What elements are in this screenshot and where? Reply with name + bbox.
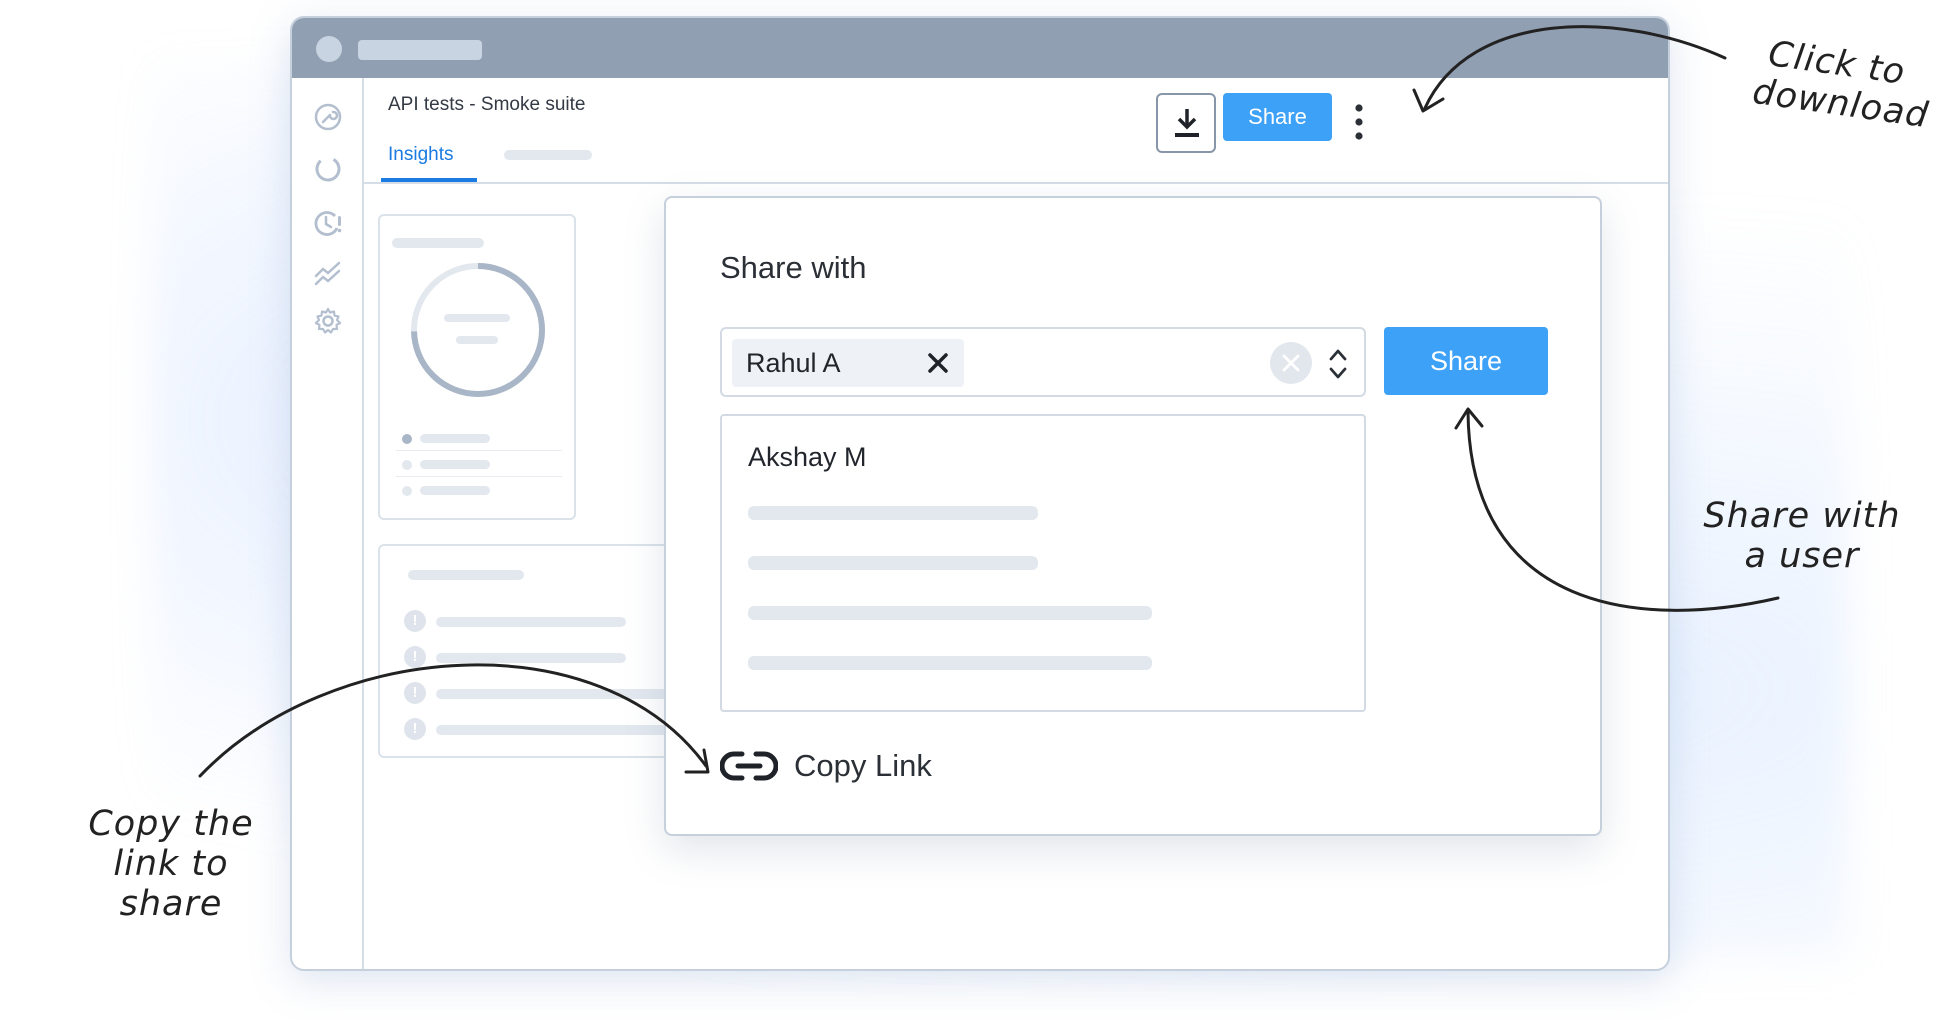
chevron-updown-icon[interactable] <box>1328 347 1348 381</box>
annotation-download: Click to download <box>1750 34 1931 136</box>
tools-icon[interactable] <box>313 102 343 132</box>
placeholder-option[interactable] <box>748 606 1152 620</box>
share-dialog: Share with Rahul A Share Akshay M Copy L… <box>664 196 1602 836</box>
progress-ring-icon[interactable] <box>313 154 343 184</box>
summary-card <box>378 214 576 520</box>
tab-placeholder[interactable] <box>504 150 592 160</box>
placeholder-line <box>420 486 490 495</box>
selected-user-label: Rahul A <box>746 348 841 378</box>
user-select[interactable]: Rahul A <box>720 327 1366 397</box>
window-control[interactable] <box>316 36 342 62</box>
copy-link-button[interactable]: Copy Link <box>720 746 980 786</box>
annotation-copy-line2: link to share <box>113 844 229 924</box>
annotation-share-line1: Share with <box>1703 496 1901 536</box>
annotation-share-line2: a user <box>1744 536 1860 576</box>
legend-dot <box>402 434 412 444</box>
placeholder-line <box>392 238 484 248</box>
placeholder-line <box>408 570 524 580</box>
trend-lines-icon[interactable] <box>313 258 343 288</box>
placeholder-line <box>436 617 626 627</box>
placeholder-option[interactable] <box>748 506 1038 520</box>
window-title-placeholder <box>358 40 482 60</box>
page-title: API tests - Smoke suite <box>388 94 586 115</box>
sidebar <box>292 78 364 969</box>
clear-selection-button[interactable] <box>1270 342 1312 384</box>
legend-dot <box>402 486 412 496</box>
alert-icon: ! <box>404 610 426 632</box>
placeholder-option[interactable] <box>748 656 1152 670</box>
header-divider <box>364 182 1668 184</box>
alert-icon: ! <box>404 718 426 740</box>
annotation-copy-link: Copy the link to share <box>56 804 286 924</box>
placeholder-line <box>420 434 490 443</box>
gear-icon[interactable] <box>313 306 343 336</box>
link-icon <box>720 751 778 781</box>
annotation-copy-line1: Copy the <box>88 804 254 844</box>
legend-dot <box>402 460 412 470</box>
selected-user-chip: Rahul A <box>732 339 964 387</box>
download-icon <box>1175 109 1199 137</box>
window-titlebar <box>292 18 1668 78</box>
copy-link-label: Copy Link <box>794 748 932 783</box>
kebab-menu-icon[interactable] <box>1352 102 1366 142</box>
placeholder-option[interactable] <box>748 556 1038 570</box>
divider <box>396 476 562 477</box>
annotation-share-user: Share with a user <box>1700 496 1904 576</box>
dropdown-option-akshay[interactable]: Akshay M <box>748 442 867 473</box>
share-button[interactable]: Share <box>1223 93 1332 141</box>
share-submit-button[interactable]: Share <box>1384 327 1548 395</box>
alert-icon: ! <box>404 646 426 668</box>
share-dialog-title: Share with <box>720 250 867 285</box>
alert-clock-icon[interactable] <box>313 208 343 238</box>
user-dropdown: Akshay M <box>720 414 1366 712</box>
download-button[interactable] <box>1156 93 1216 153</box>
donut-chart-icon <box>411 263 545 397</box>
placeholder-line <box>420 460 490 469</box>
divider <box>396 450 562 451</box>
clear-icon <box>1282 354 1300 372</box>
tab-insights[interactable]: Insights <box>388 144 453 166</box>
close-icon[interactable] <box>924 349 952 377</box>
placeholder-line <box>436 653 626 663</box>
alert-icon: ! <box>404 682 426 704</box>
